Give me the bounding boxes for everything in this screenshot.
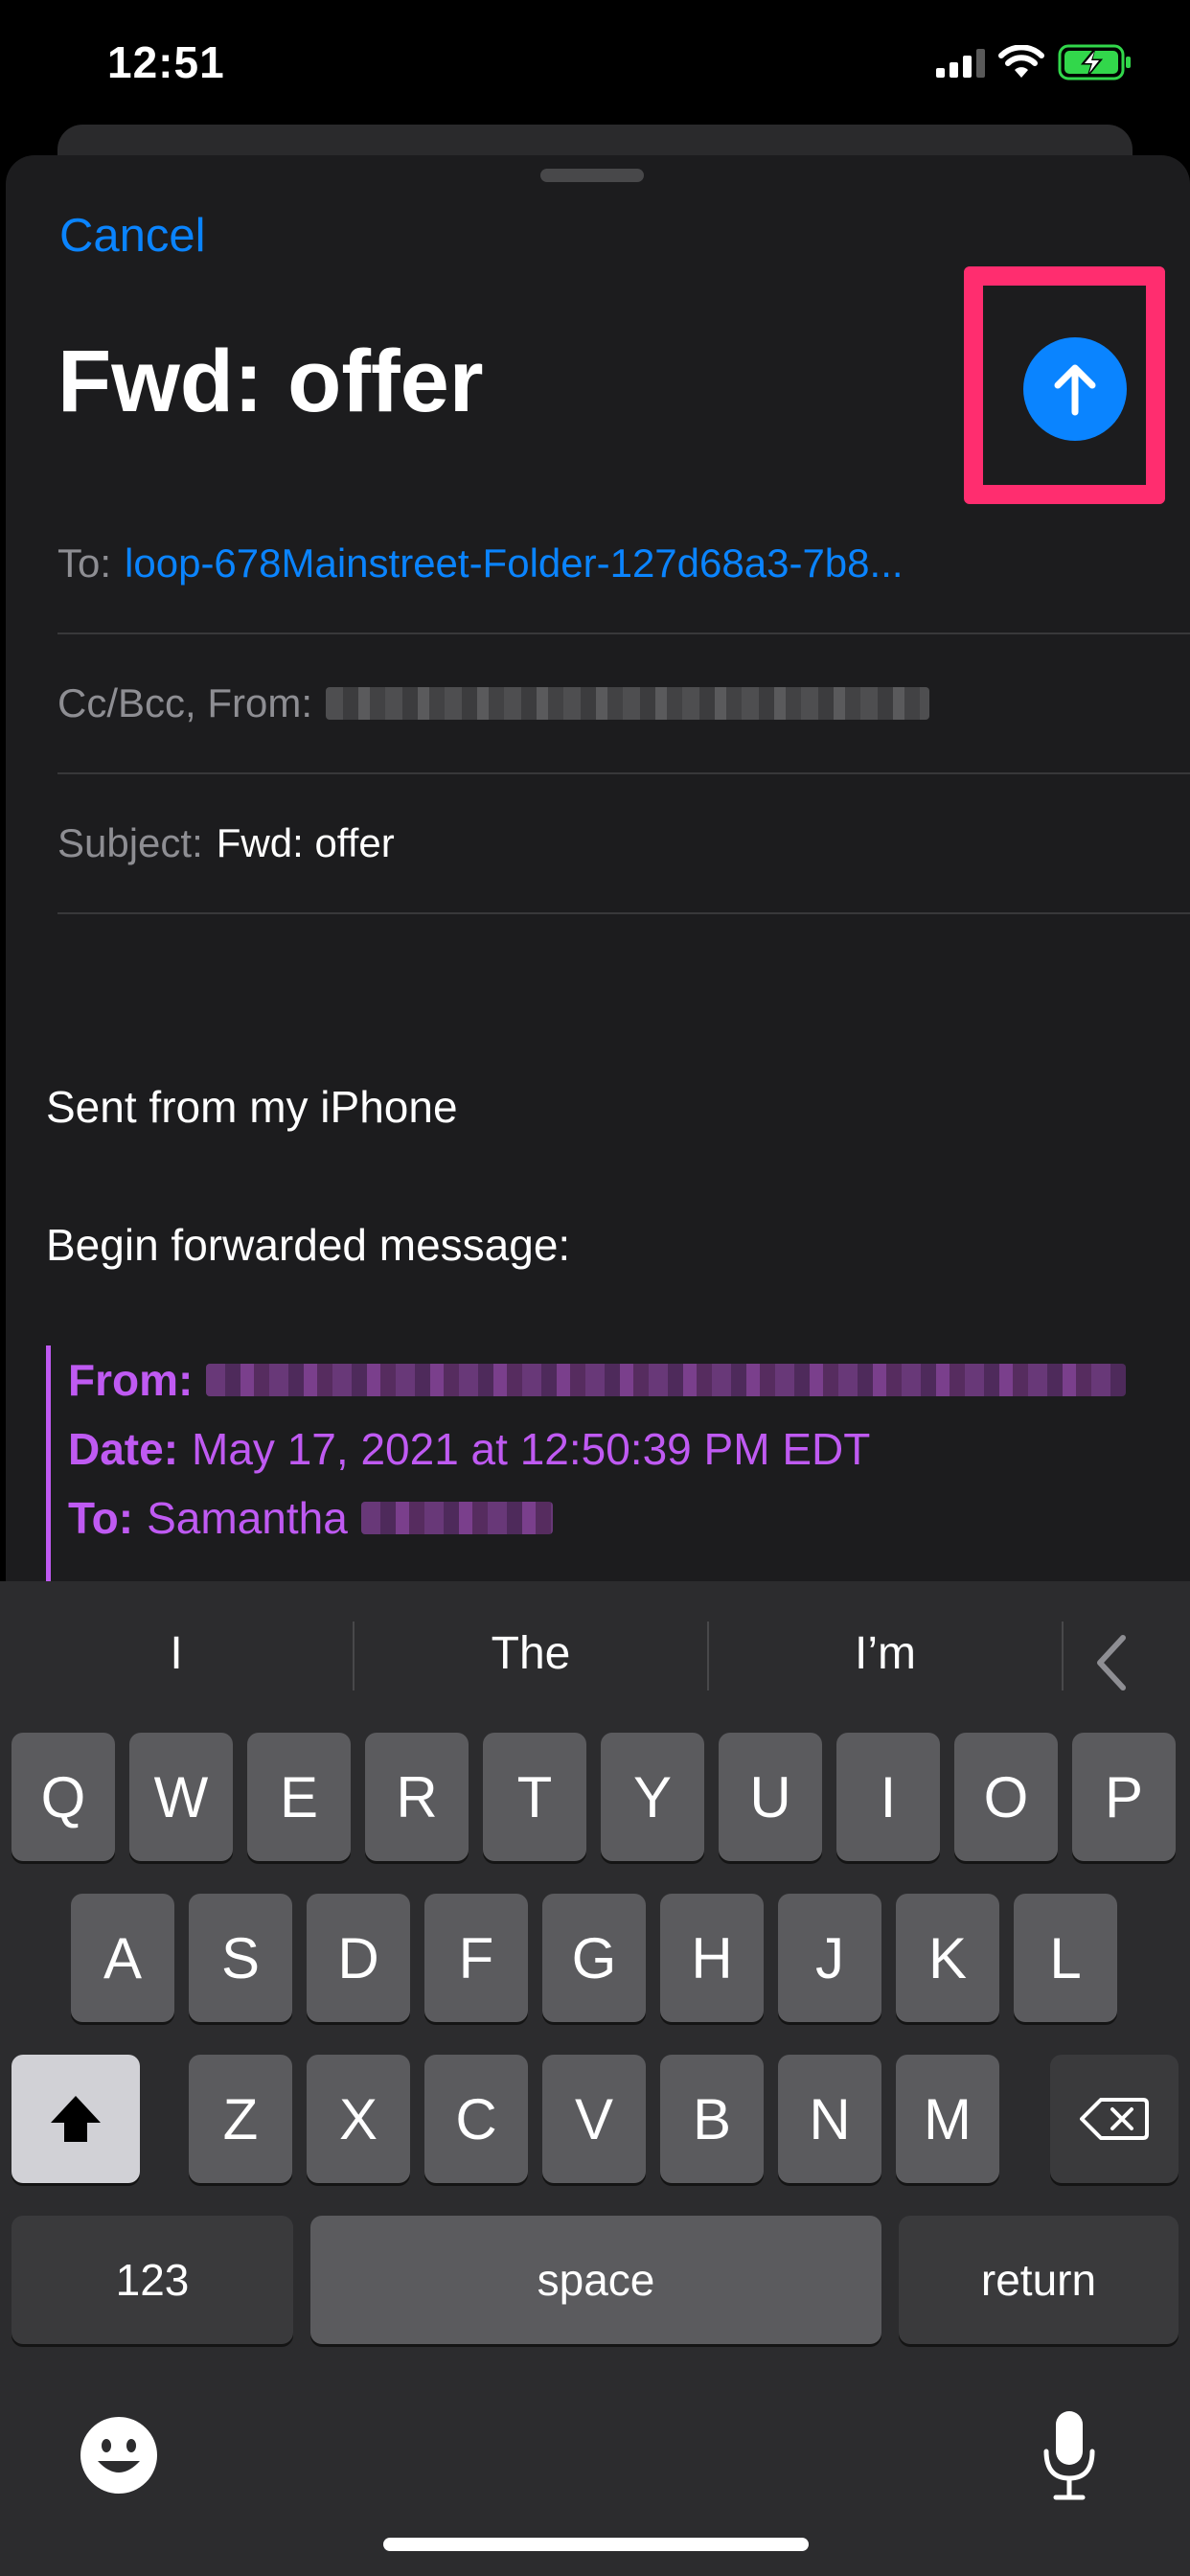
redacted-sender <box>206 1364 1127 1396</box>
key-e[interactable]: E <box>247 1733 351 1861</box>
key-b[interactable]: B <box>660 2055 764 2183</box>
numbers-key[interactable]: 123 <box>11 2216 293 2344</box>
quoted-date-value: May 17, 2021 at 12:50:39 PM EDT <box>192 1424 871 1474</box>
key-f[interactable]: F <box>424 1894 528 2022</box>
key-n[interactable]: N <box>778 2055 881 2183</box>
cancel-button[interactable]: Cancel <box>59 209 206 263</box>
redacted-from-address <box>326 687 930 720</box>
body-signature[interactable]: Sent from my iPhone <box>46 1081 458 1133</box>
suggestion-2[interactable]: The <box>355 1610 707 1696</box>
quoted-to-row: To: Samantha <box>68 1484 1179 1552</box>
subject-input[interactable]: Fwd: offer <box>217 820 395 866</box>
compose-title: Fwd: offer <box>57 333 484 430</box>
key-i[interactable]: I <box>836 1733 940 1861</box>
microphone-icon <box>1043 2411 1095 2500</box>
quoted-to-label: To: <box>68 1493 134 1543</box>
space-key[interactable]: space <box>310 2216 881 2344</box>
key-r[interactable]: R <box>365 1733 469 1861</box>
cc-bcc-from-label: Cc/Bcc, From: <box>57 680 313 725</box>
key-h[interactable]: H <box>660 1894 764 2022</box>
key-p[interactable]: P <box>1072 1733 1176 1861</box>
wifi-icon <box>998 45 1044 78</box>
dictation-button[interactable] <box>1019 2396 1119 2515</box>
emoji-button[interactable] <box>69 2405 169 2505</box>
quoted-date-label: Date: <box>68 1424 179 1474</box>
suggestion-bar: I The I’m <box>0 1581 1190 1723</box>
suggestion-3[interactable]: I’m <box>709 1610 1062 1696</box>
collapse-suggestions-button[interactable] <box>1064 1620 1159 1706</box>
home-indicator[interactable] <box>383 2538 809 2551</box>
key-s[interactable]: S <box>189 1894 292 2022</box>
battery-charging-icon <box>1058 44 1131 80</box>
backspace-icon <box>1080 2098 1149 2140</box>
key-y[interactable]: Y <box>601 1733 704 1861</box>
key-a[interactable]: A <box>71 1894 174 2022</box>
key-w[interactable]: W <box>129 1733 233 1861</box>
cellular-signal-icon <box>936 47 985 78</box>
key-l[interactable]: L <box>1014 1894 1117 2022</box>
quoted-date-row: Date: May 17, 2021 at 12:50:39 PM EDT <box>68 1414 1179 1484</box>
to-field[interactable]: To: loop-678Mainstreet-Folder-127d68a3-7… <box>57 494 1190 634</box>
send-button[interactable] <box>1023 337 1127 441</box>
key-z[interactable]: Z <box>189 2055 292 2183</box>
keyboard: I The I’m Q W E R T Y U I O P A S D F G … <box>0 1581 1190 2576</box>
key-o[interactable]: O <box>954 1733 1058 1861</box>
status-icons <box>936 44 1133 80</box>
key-x[interactable]: X <box>307 2055 410 2183</box>
arrow-up-icon <box>1054 364 1096 416</box>
quoted-to-value: Samantha <box>147 1493 348 1543</box>
key-d[interactable]: D <box>307 1894 410 2022</box>
to-label: To: <box>57 540 112 586</box>
key-c[interactable]: C <box>424 2055 528 2183</box>
to-recipient[interactable]: loop-678Mainstreet-Folder-127d68a3-7b8..… <box>125 540 904 586</box>
redacted-recipient-surname <box>360 1502 553 1534</box>
key-t[interactable]: T <box>483 1733 586 1861</box>
quoted-header: From: Date: May 17, 2021 at 12:50:39 PM … <box>46 1346 1179 1581</box>
key-k[interactable]: K <box>896 1894 999 2022</box>
key-g[interactable]: G <box>542 1894 646 2022</box>
quoted-from-label: From: <box>68 1355 194 1405</box>
emoji-icon <box>80 2417 157 2494</box>
key-m[interactable]: M <box>896 2055 999 2183</box>
suggestion-1[interactable]: I <box>0 1610 353 1696</box>
cc-bcc-from-field[interactable]: Cc/Bcc, From: <box>57 634 1190 774</box>
body-forward-intro[interactable]: Begin forwarded message: <box>46 1219 570 1271</box>
delete-key[interactable] <box>1050 2055 1179 2183</box>
subject-label: Subject: <box>57 820 203 865</box>
chevron-left-icon <box>1097 1635 1126 1690</box>
shift-key[interactable] <box>11 2055 140 2183</box>
shift-icon <box>51 2096 101 2142</box>
quoted-from-row: From: <box>68 1346 1179 1414</box>
key-j[interactable]: J <box>778 1894 881 2022</box>
return-key[interactable]: return <box>899 2216 1179 2344</box>
key-u[interactable]: U <box>719 1733 822 1861</box>
sheet-grabber[interactable] <box>540 169 644 182</box>
status-time: 12:51 <box>107 37 225 87</box>
subject-field[interactable]: Subject: Fwd: offer <box>57 774 1190 914</box>
status-bar: 12:51 <box>0 0 1190 134</box>
key-q[interactable]: Q <box>11 1733 115 1861</box>
key-v[interactable]: V <box>542 2055 646 2183</box>
